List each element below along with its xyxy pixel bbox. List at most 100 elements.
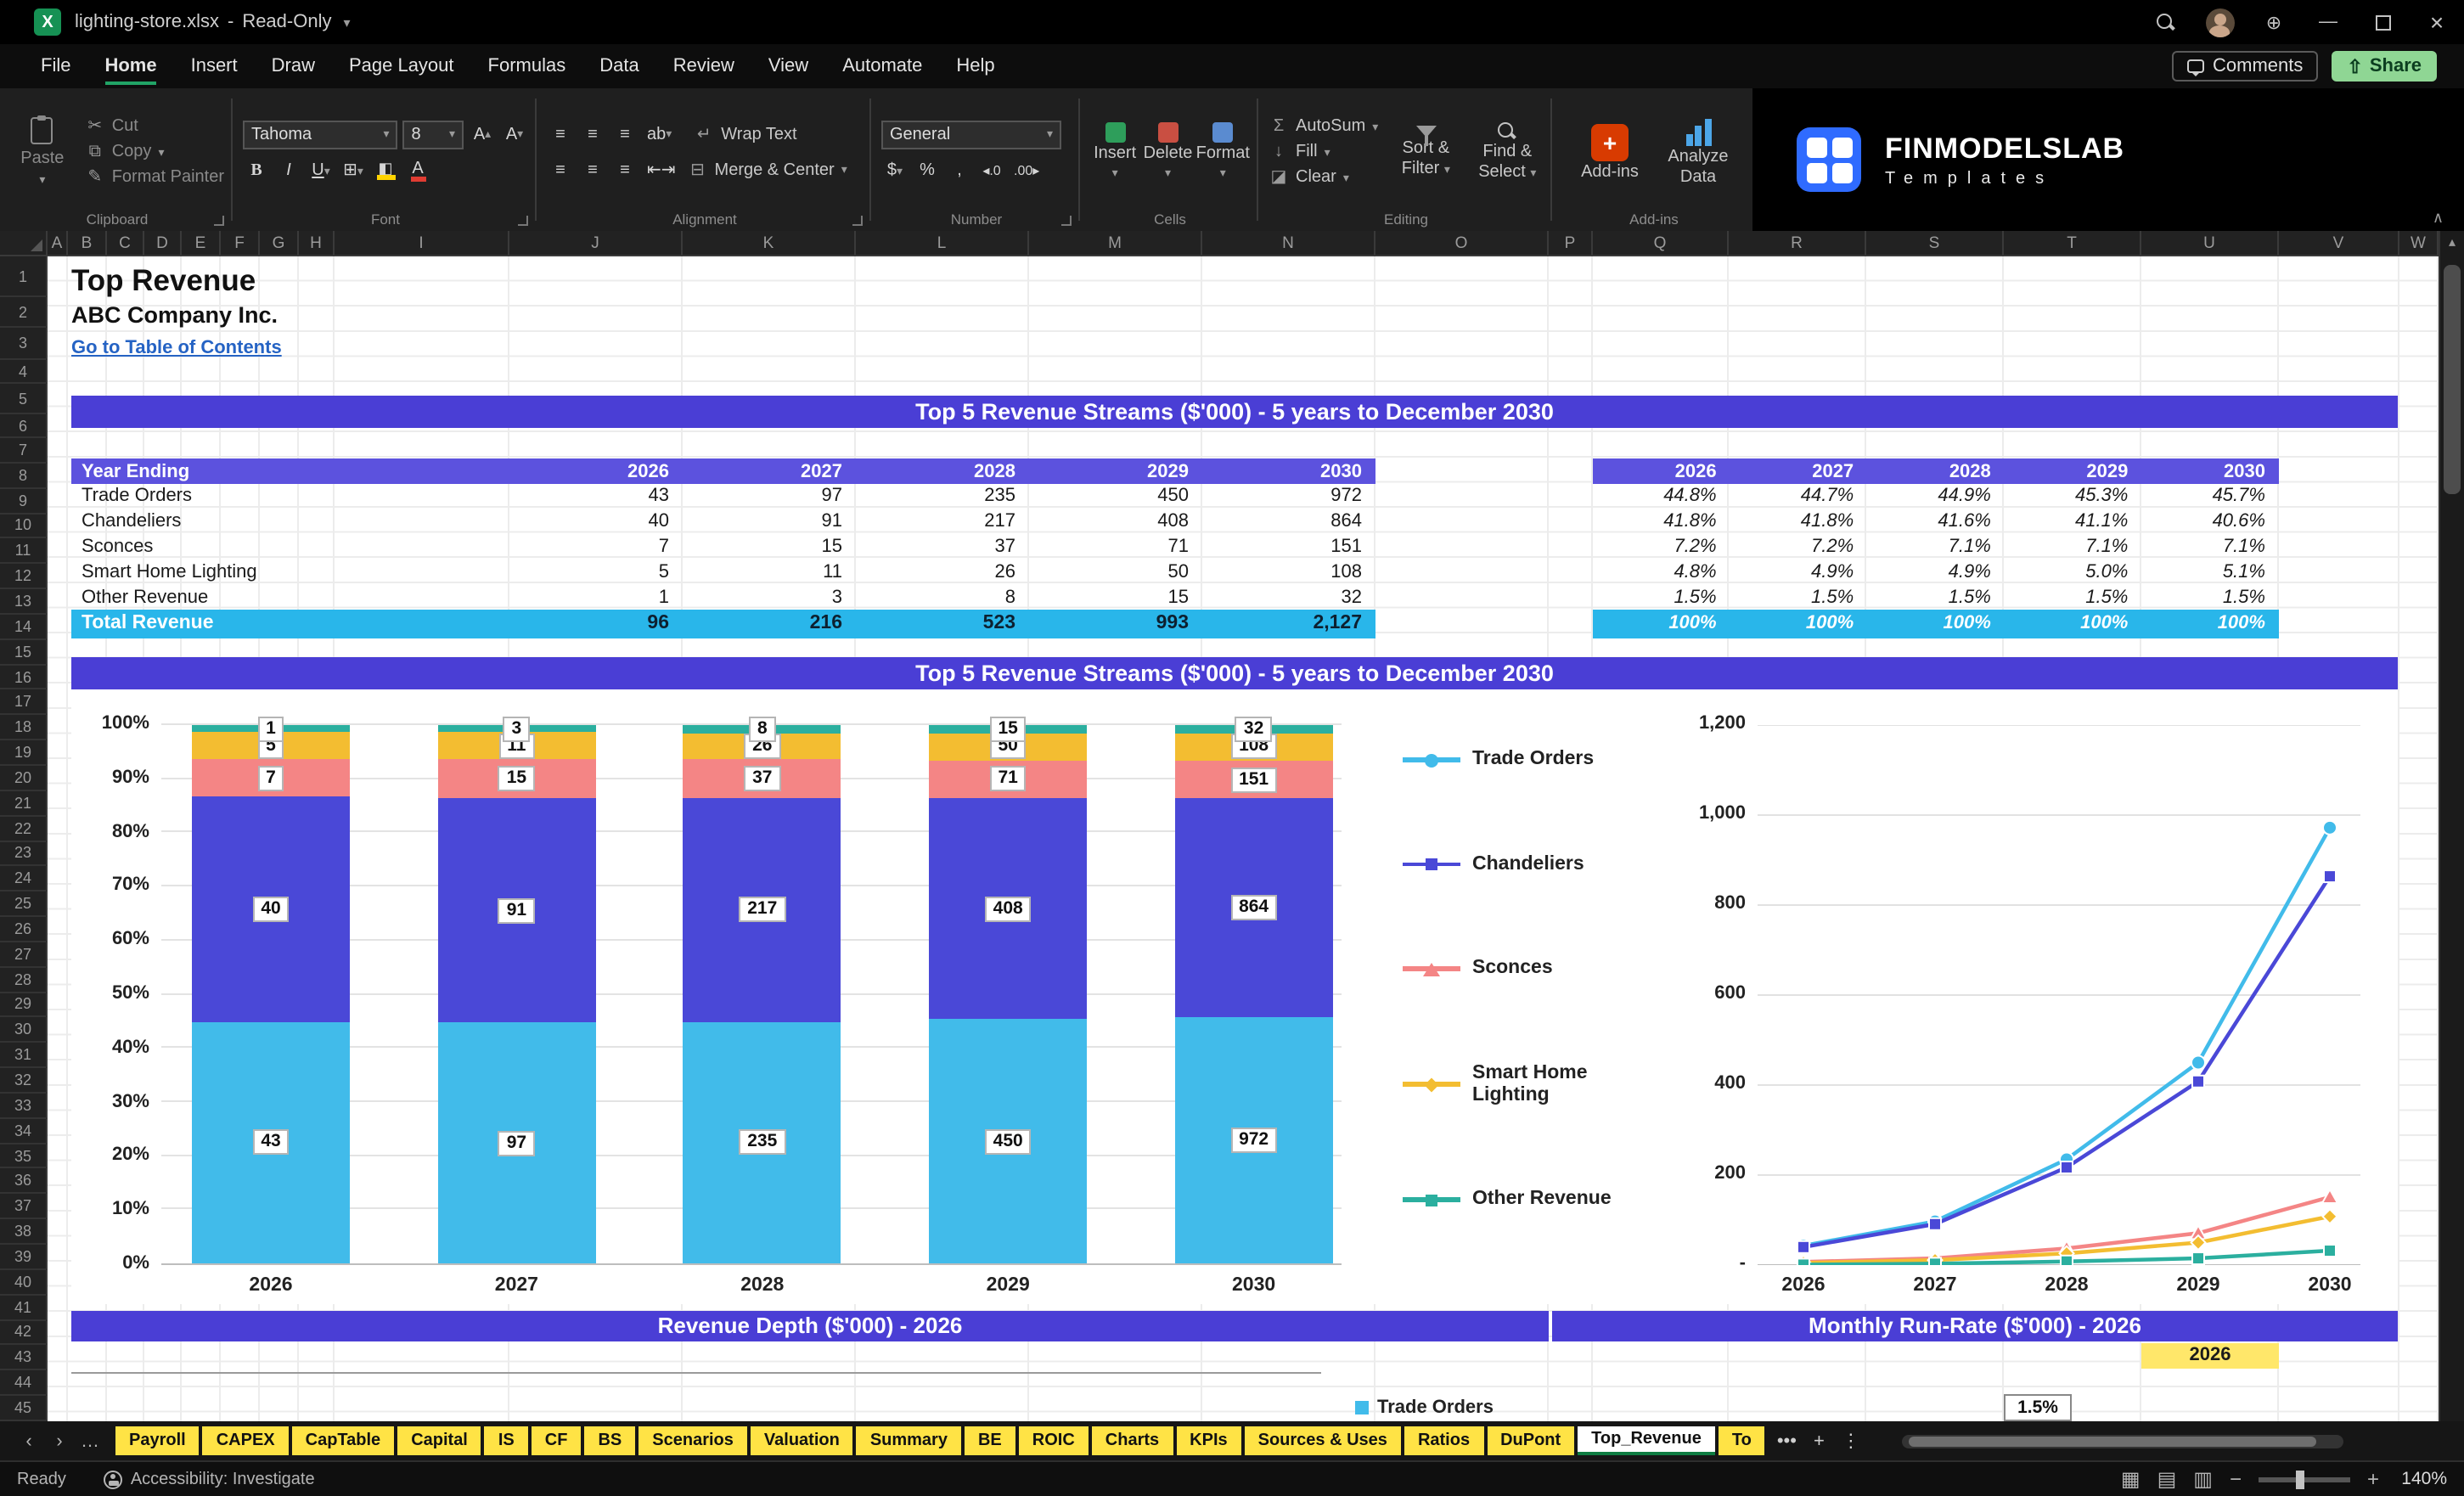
row-header-24[interactable]: 24 <box>0 866 48 892</box>
cell[interactable]: 151 <box>1202 537 1375 557</box>
find-select-button[interactable]: Find & Select ▾ <box>1473 121 1541 183</box>
row-header-8[interactable]: 8 <box>0 463 48 489</box>
cell[interactable]: 3 <box>683 588 856 608</box>
row-header-4[interactable]: 4 <box>0 360 48 384</box>
cell[interactable]: 41.8% <box>1593 512 1730 532</box>
cell[interactable]: 100% <box>1593 614 1730 634</box>
menu-file[interactable]: File <box>24 44 87 88</box>
italic-button[interactable]: I <box>275 157 302 184</box>
column-header-L[interactable]: L <box>856 231 1029 255</box>
legend-item[interactable]: Trade Orders <box>1403 749 1634 771</box>
format-cells-button[interactable]: Format ▾ <box>1196 121 1250 183</box>
row-header-7[interactable]: 7 <box>0 438 48 464</box>
cell[interactable]: 972 <box>1202 486 1375 507</box>
column-header-D[interactable]: D <box>144 231 182 255</box>
zoom-out-button[interactable]: − <box>2230 1467 2242 1491</box>
sheet-tab-capital[interactable]: Capital <box>397 1426 481 1455</box>
cell[interactable]: 7.1% <box>1867 537 2005 557</box>
sheet-tab-ratios[interactable]: Ratios <box>1404 1426 1484 1455</box>
merge-center-button[interactable]: ⊟ Merge & Center ▾ <box>688 160 847 179</box>
grow-font-button[interactable]: A ▴ <box>469 121 496 148</box>
font-size-select[interactable]: 8 ▾ <box>402 120 464 149</box>
sheet-tab-payroll[interactable]: Payroll <box>115 1426 200 1455</box>
menu-insert[interactable]: Insert <box>174 44 255 88</box>
cell[interactable]: 41.6% <box>1867 512 2005 532</box>
column-header-C[interactable]: C <box>107 231 144 255</box>
legend-item[interactable]: Smart Home Lighting <box>1403 1062 1634 1106</box>
delete-cells-button[interactable]: Delete ▾ <box>1143 121 1192 183</box>
align-middle-icon[interactable]: ≡ <box>579 121 606 148</box>
column-header-E[interactable]: E <box>182 231 221 255</box>
account-button[interactable] <box>2192 0 2247 44</box>
cell[interactable]: 7.1% <box>2141 537 2279 557</box>
orientation-button[interactable]: ab ▾ <box>644 121 675 148</box>
row-header-37[interactable]: 37 <box>0 1194 48 1220</box>
sheet-tab-charts[interactable]: Charts <box>1091 1426 1173 1455</box>
menu-data[interactable]: Data <box>582 44 656 88</box>
row-header-22[interactable]: 22 <box>0 816 48 841</box>
align-bottom-icon[interactable]: ≡ <box>611 121 639 148</box>
row-header-42[interactable]: 42 <box>0 1320 48 1346</box>
increase-decimal-button[interactable]: ◂.0 <box>978 157 1005 184</box>
vertical-scrollbar[interactable]: ▴ <box>2439 231 2464 1421</box>
zoom-in-button[interactable]: + <box>2367 1467 2379 1491</box>
cell[interactable]: 15 <box>683 537 856 557</box>
zoom-level[interactable]: 140% <box>2396 1469 2447 1489</box>
cell[interactable]: 100% <box>2005 614 2142 634</box>
column-header-F[interactable]: F <box>221 231 260 255</box>
cell[interactable]: 43 <box>509 486 683 507</box>
horizontal-scrollbar[interactable] <box>1902 1435 2343 1448</box>
borders-button[interactable]: ⊞ ▾ <box>340 157 367 184</box>
row-header-2[interactable]: 2 <box>0 297 48 328</box>
clear-button[interactable]: ◪ Clear ▾ <box>1269 168 1378 187</box>
row-header-38[interactable]: 38 <box>0 1219 48 1245</box>
column-header-B[interactable]: B <box>68 231 107 255</box>
stacked-bar-2026[interactable]: 43 40 7 5 1 <box>192 716 350 1263</box>
page-layout-view-icon[interactable]: ▤ <box>2157 1467 2177 1491</box>
cell[interactable]: 235 <box>856 486 1029 507</box>
column-header-V[interactable]: V <box>2279 231 2399 255</box>
cell[interactable]: 2,127 <box>1202 614 1375 634</box>
menu-automate[interactable]: Automate <box>825 44 939 88</box>
cell[interactable]: 1.5% <box>1730 588 1868 608</box>
row-header-41[interactable]: 41 <box>0 1295 48 1321</box>
maximize-button[interactable] <box>2355 0 2410 44</box>
comments-button[interactable]: Comments <box>2172 51 2319 82</box>
sheet-tab-sources-uses[interactable]: Sources & Uses <box>1244 1426 1401 1455</box>
cell[interactable]: 71 <box>1029 537 1202 557</box>
cell[interactable]: 97 <box>683 486 856 507</box>
cell[interactable]: 32 <box>1202 588 1375 608</box>
cell[interactable]: 216 <box>683 614 856 634</box>
column-header-R[interactable]: R <box>1729 231 1866 255</box>
menu-formulas[interactable]: Formulas <box>471 44 583 88</box>
zoom-slider[interactable] <box>2258 1470 2350 1488</box>
cell[interactable]: 408 <box>1029 512 1202 532</box>
row-header-39[interactable]: 39 <box>0 1245 48 1270</box>
column-header-J[interactable]: J <box>509 231 683 255</box>
cell[interactable]: 41.1% <box>2005 512 2142 532</box>
legend-item[interactable]: Chandeliers <box>1403 853 1634 875</box>
cell[interactable]: 37 <box>856 537 1029 557</box>
format-painter-button[interactable]: ✎ Format Painter <box>85 168 224 187</box>
fill-button[interactable]: ↓ Fill ▾ <box>1269 143 1378 161</box>
row-header-10[interactable]: 10 <box>0 514 48 539</box>
cell[interactable]: 1 <box>509 588 683 608</box>
cell[interactable]: 8 <box>856 588 1029 608</box>
row-header-35[interactable]: 35 <box>0 1144 48 1169</box>
row-header-12[interactable]: 12 <box>0 564 48 590</box>
column-header-U[interactable]: U <box>2141 231 2279 255</box>
add-sheet-button[interactable]: + <box>1814 1431 1825 1451</box>
row-header-11[interactable]: 11 <box>0 538 48 565</box>
cell[interactable]: 1.5% <box>1867 588 2005 608</box>
sheet-tab-be[interactable]: BE <box>964 1426 1015 1455</box>
sheet-tab-to[interactable]: To <box>1718 1426 1765 1455</box>
stacked-bar-2030[interactable]: 972 864 151 108 32 <box>1174 716 1333 1263</box>
row-header-26[interactable]: 26 <box>0 917 48 942</box>
sheet-tab-valuation[interactable]: Valuation <box>750 1426 853 1455</box>
autosum-button[interactable]: Σ AutoSum ▾ <box>1269 117 1379 136</box>
cell[interactable]: 45.3% <box>2005 486 2142 507</box>
copy-button[interactable]: ⧉ Copy ▾ <box>85 143 224 161</box>
row-header-34[interactable]: 34 <box>0 1118 48 1144</box>
column-header-M[interactable]: M <box>1029 231 1202 255</box>
row-header-9[interactable]: 9 <box>0 488 48 515</box>
